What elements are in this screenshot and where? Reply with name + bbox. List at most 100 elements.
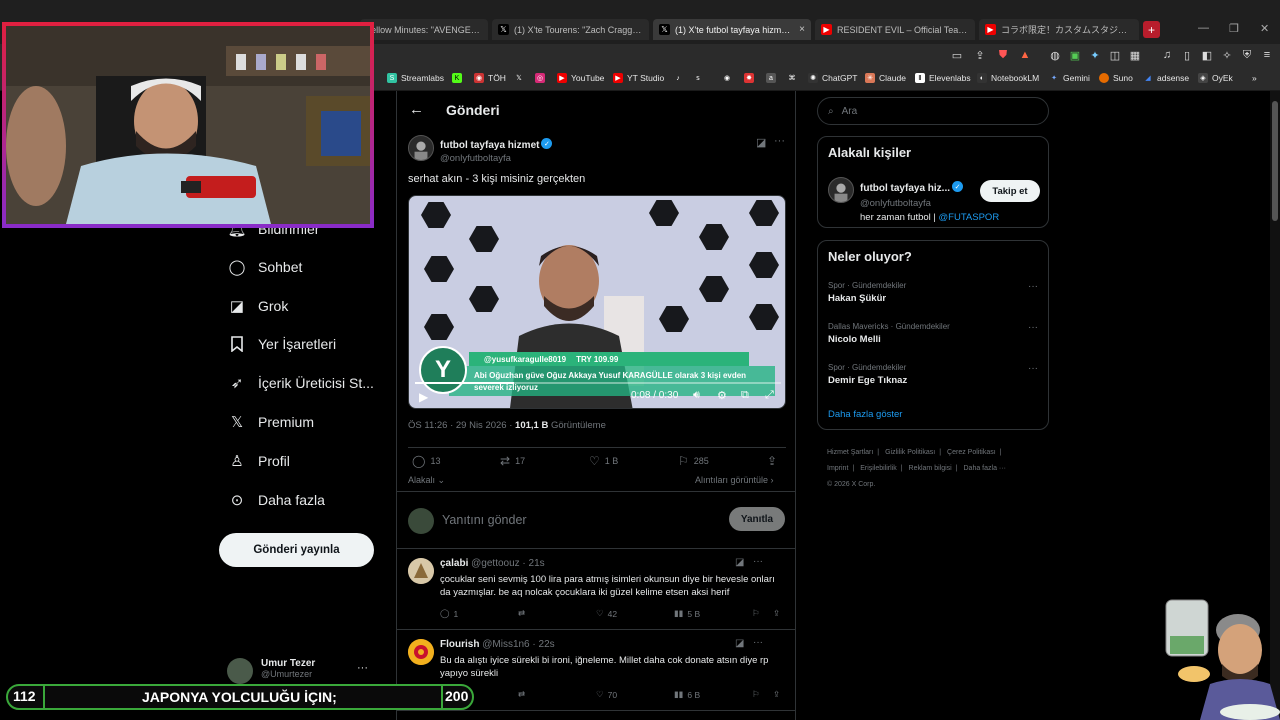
- account-switcher[interactable]: Umur Tezer @Umurtezer ···: [227, 658, 368, 684]
- maximize-icon[interactable]: ❐: [1229, 22, 1239, 35]
- extension-icon[interactable]: ✦: [1088, 48, 1102, 62]
- footer-link[interactable]: Gizlilik Politikası: [885, 449, 935, 456]
- bookmark-suno[interactable]: Suno: [1099, 73, 1133, 83]
- extension-icon[interactable]: ▣: [1068, 48, 1082, 62]
- follow-button[interactable]: Takip et: [980, 180, 1040, 202]
- reply-item[interactable]: çalabi @gettoouz · 21s ◪ ··· çocuklar se…: [397, 550, 795, 630]
- browser-tab[interactable]: Yellow Minutes: "AVENGERS: D: [360, 19, 488, 40]
- new-tab-button[interactable]: +: [1143, 21, 1160, 38]
- fullscreen-icon[interactable]: ⤢: [765, 389, 774, 402]
- video-progress-bar[interactable]: [415, 382, 781, 384]
- bookmark-link[interactable]: ⌘: [787, 73, 797, 83]
- bookmark-tiktok[interactable]: ♪: [673, 73, 683, 83]
- like-action[interactable]: ♡ 70: [596, 689, 617, 700]
- bio-mention-link[interactable]: @FUTASPOR: [939, 212, 1000, 223]
- more-icon[interactable]: ···: [753, 637, 763, 648]
- trend-item[interactable]: Spor · Gündemdekiler Demir Ege Tıknaz: [828, 363, 907, 386]
- bookmark-action[interactable]: ⚐: [752, 689, 760, 700]
- sidebar-icon[interactable]: ▯: [1180, 48, 1194, 62]
- bookmark-action[interactable]: ⚐: [752, 608, 760, 619]
- more-icon[interactable]: ···: [753, 556, 763, 567]
- music-icon[interactable]: ♫: [1160, 48, 1174, 62]
- bookmark-toh[interactable]: ◉ TÖH: [474, 73, 506, 83]
- brave-rewards-icon[interactable]: ▲: [1018, 48, 1032, 62]
- footer-link[interactable]: Çerez Politikası: [947, 449, 996, 456]
- bookmarks-overflow[interactable]: »: [1252, 73, 1257, 83]
- repost-action[interactable]: ⇄: [518, 689, 529, 700]
- bookmark-chatgpt[interactable]: ✺ ChatGPT: [808, 73, 857, 83]
- bookmark-youtube[interactable]: ▶ YouTube: [557, 73, 604, 83]
- account-more-icon[interactable]: ···: [357, 662, 368, 674]
- nav-more[interactable]: ⊙ Daha fazla: [228, 491, 325, 509]
- extension-icon[interactable]: ◫: [1108, 48, 1122, 62]
- trend-item[interactable]: Dallas Mavericks · Gündemdekiler Nicolo …: [828, 322, 950, 345]
- bookmark-oyek[interactable]: ◈ OyEk: [1198, 73, 1233, 83]
- browser-tab[interactable]: ▶ RESIDENT EVIL – Official Teaser Trail: [815, 19, 975, 40]
- relevance-sort[interactable]: Alakalı ⌄: [408, 475, 445, 486]
- avatar[interactable]: [408, 639, 434, 665]
- bookmark-kick[interactable]: K: [452, 73, 462, 83]
- leo-ai-icon[interactable]: ✧: [1220, 48, 1234, 62]
- extension-icon[interactable]: ◍: [1048, 48, 1062, 62]
- more-icon[interactable]: ···: [774, 135, 785, 147]
- repost-action[interactable]: ⇄ 17: [500, 454, 525, 468]
- nav-creator-studio[interactable]: ➶ İçerik Üreticisi St...: [228, 374, 374, 392]
- bookmark-claude[interactable]: ✳ Claude: [865, 73, 906, 83]
- volume-icon[interactable]: 🔊︎: [693, 389, 700, 402]
- views-action[interactable]: ▮▮ 5 B: [674, 608, 700, 619]
- avatar[interactable]: [408, 135, 434, 161]
- footer-link[interactable]: Reklam bilgisi: [909, 465, 952, 472]
- avatar[interactable]: [408, 558, 434, 584]
- search-input[interactable]: ⌕ Ara: [817, 97, 1049, 125]
- bookmark-x[interactable]: 𝕏: [514, 73, 524, 83]
- trend-more-icon[interactable]: ···: [1028, 322, 1038, 333]
- minimize-icon[interactable]: —: [1198, 22, 1209, 34]
- vpn-icon[interactable]: ⛨: [1240, 48, 1254, 62]
- share-action[interactable]: ⇪: [767, 454, 777, 468]
- bookmark-action[interactable]: ⚐ 285: [678, 454, 709, 468]
- nav-profile[interactable]: ♙ Profil: [228, 452, 290, 470]
- bookmark-adsense[interactable]: ◢ adsense: [1143, 73, 1189, 83]
- bookmark-instagram[interactable]: ◎: [535, 73, 545, 83]
- footer-link[interactable]: Erişilebilirlik: [860, 465, 897, 472]
- menu-icon[interactable]: ≡: [1260, 48, 1274, 62]
- bookmark-gemini[interactable]: ✦ Gemini: [1049, 73, 1090, 83]
- share-icon[interactable]: ⇪: [973, 48, 987, 62]
- screen-icon[interactable]: ▭: [950, 48, 964, 62]
- brave-shield-icon[interactable]: ⛊: [996, 48, 1010, 62]
- video-player[interactable]: @yusufkaragulle8019 TRY 109.99 Abi Oğuzh…: [408, 195, 786, 409]
- bookmark-notebooklm[interactable]: ◐ NotebookLM: [977, 73, 1039, 83]
- nav-grok[interactable]: ◪ Grok: [228, 297, 288, 315]
- nav-bookmarks[interactable]: Yer İşaretleri: [228, 335, 336, 353]
- share-action[interactable]: ⇪: [773, 608, 780, 619]
- bookmark-s[interactable]: ꜱ: [693, 73, 703, 83]
- bookmark-star[interactable]: ✸: [744, 73, 754, 83]
- grok-icon[interactable]: ◪: [756, 136, 766, 149]
- show-more-link[interactable]: Daha fazla göster: [828, 409, 902, 420]
- extension-icon[interactable]: ▦: [1128, 48, 1142, 62]
- share-action[interactable]: ⇪: [773, 689, 780, 700]
- footer-link[interactable]: Hizmet Şartları: [827, 449, 873, 456]
- footer-link[interactable]: Imprint: [827, 465, 848, 472]
- post-author[interactable]: futbol tayfaya hizmet ✓ @onlyfutboltayfa: [408, 135, 553, 164]
- relevant-person[interactable]: futbol tayfaya hiz... ✓ @onlyfutboltayfa …: [860, 178, 999, 223]
- avatar[interactable]: [828, 177, 854, 203]
- trend-more-icon[interactable]: ···: [1028, 281, 1038, 292]
- browser-tab[interactable]: 𝕏 (1) X'te Tourens: "Zach Cragger, Resi: [492, 19, 649, 40]
- picture-in-picture-icon[interactable]: ⧉: [741, 389, 749, 402]
- post-button[interactable]: Gönderi yayınla: [219, 533, 374, 567]
- window-close-icon[interactable]: ✕: [1260, 22, 1269, 35]
- repost-action[interactable]: ⇄: [518, 608, 529, 619]
- back-arrow-icon[interactable]: ←: [409, 101, 424, 118]
- scrollbar-thumb[interactable]: [1272, 101, 1278, 221]
- bookmark-yt-studio[interactable]: ▶ YT Studio: [613, 73, 664, 83]
- bookmark-record[interactable]: ◉: [722, 73, 732, 83]
- reply-button[interactable]: Yanıtla: [729, 507, 785, 531]
- like-action[interactable]: ♡ 42: [596, 608, 617, 619]
- like-action[interactable]: ♡ 1 B: [589, 454, 618, 468]
- trend-more-icon[interactable]: ···: [1028, 363, 1038, 374]
- reply-action[interactable]: ◯ 13: [412, 454, 440, 468]
- view-quotes-link[interactable]: Alıntıları görüntüle ›: [695, 475, 774, 485]
- bookmark-elevenlabs[interactable]: Ⅱ Elevenlabs: [915, 73, 971, 83]
- grok-icon[interactable]: ◪: [735, 638, 744, 649]
